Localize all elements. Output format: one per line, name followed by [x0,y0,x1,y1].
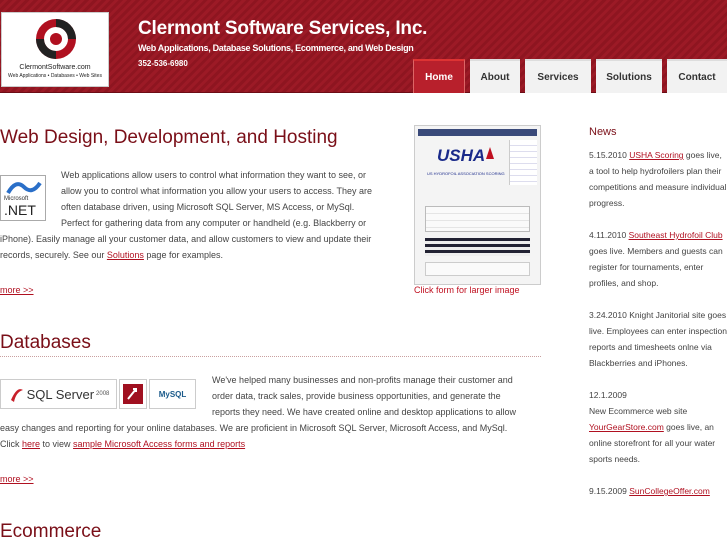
web-body-4: Perfect for gathering data from any comp… [61,218,367,228]
news-link[interactable]: USHA Scoring [629,150,683,160]
thumbnail-caption[interactable]: Click form for larger image [414,285,520,295]
news-date: 4.11.2010 [589,230,627,240]
web-body-6-post: page for examples. [143,250,223,260]
nav-tab-services[interactable]: Services [525,59,591,93]
db-body-5-mid: to view [40,439,74,449]
nav-label: Solutions [606,71,652,83]
logo-subtitle: Web Applications • Databases • Web Sites [8,73,102,79]
web-body-6: records, securely. See our Solutions pag… [0,247,400,263]
nav-label: Contact [678,71,716,83]
thumb-brand: USHA [437,146,486,165]
news-sidebar: News 5.15.2010 USHA Scoring goes live, a… [589,126,727,515]
section-title-web: Web Design, Development, and Hosting [0,127,338,148]
web-body-2: allow you to control what information yo… [61,186,372,196]
section-title-databases: Databases [0,332,91,353]
mysql-logo: MySQL [149,379,196,409]
usha-form-thumbnail[interactable]: USHA US HYDROFOIL ASSOCIATION SCORING [414,125,541,285]
dotnet-logo: Microsoft .NET [0,175,46,221]
database-logos: SQL Server 2008 MySQL [0,379,196,409]
nav-label: Services [537,71,579,83]
news-item: 5.15.2010 USHA Scoring goes live, a tool… [589,147,727,211]
news-item: 12.1.2009 New Ecommerce web site YourGear… [589,387,727,467]
news-link[interactable]: Southeast Hydrofoil Club [629,230,723,240]
web-body-1: Web applications allow users to control … [61,170,366,180]
news-date: 5.15.2010 [589,150,627,160]
mysql-text: MySQL [158,389,187,399]
nav-label: Home [425,71,453,83]
nav-label: About [480,71,510,83]
news-date: 9.15.2009 [589,486,627,496]
access-key-icon [123,384,143,404]
thumb-header-bar [418,129,537,136]
db-more-link[interactable]: more >> [0,474,34,484]
news-link[interactable]: YourGearStore.com [589,422,664,432]
web-body-3: often database driven, using Microsoft S… [61,202,355,212]
nav-tab-contact[interactable]: Contact [667,59,727,93]
section-divider [0,356,541,357]
news-pre: New Ecommerce web site [589,406,688,416]
sql-server-text: SQL Server [26,386,95,402]
db-body-3: reports they need. We have created onlin… [212,407,517,417]
thumb-footer-area [425,262,530,276]
logo-domain: ClermontSoftware.com [19,64,91,71]
db-body-4: easy changes and reporting for your onli… [0,423,508,433]
news-text: goes live. Members and guests can regist… [589,246,723,288]
thumb-heading: US HYDROFOIL ASSOCIATION SCORING [427,171,505,176]
news-item: 4.11.2010 Southeast Hydrofoil Club goes … [589,227,727,291]
db-body-2: order data, track sales, provide busines… [212,391,501,401]
sql-server-icon [10,389,23,402]
company-logo[interactable]: ClermontSoftware.com Web Applications • … [1,12,109,87]
solutions-link[interactable]: Solutions [107,250,144,260]
access-samples-link[interactable]: sample Microsoft Access forms and report… [73,439,245,449]
logo-mark-icon [36,19,76,59]
sql-server-version: 2008 [96,391,110,397]
news-item: 9.15.2009 SunCollegeOffer.com [589,483,727,499]
access-logo [119,379,147,409]
news-link[interactable]: SunCollegeOffer.com [629,486,710,496]
thumb-table [425,238,530,256]
thumb-flag-icon [486,147,494,159]
section-title-ecommerce: Ecommerce [0,521,102,542]
news-date: 3.24.2010 [589,310,627,320]
thumb-sidebar [509,140,537,185]
news-date: 12.1.2009 [589,390,627,400]
news-item: 3.24.2010 Knight Janitorial site goes li… [589,307,727,371]
news-title: News [589,126,617,138]
web-body-5: iPhone). Easily manage all your customer… [0,234,372,244]
site-tagline: Web Applications, Database Solutions, Ec… [138,43,414,53]
phone-number: 352-536-6980 [138,59,188,68]
sql-server-logo: SQL Server 2008 [0,379,117,409]
dotnet-text: .NET [4,202,36,218]
web-body-6-pre: records, securely. See our [0,250,107,260]
nav-tab-home[interactable]: Home [413,59,465,93]
nav-tab-solutions[interactable]: Solutions [596,59,662,93]
site-title: Clermont Software Services, Inc. [138,18,428,39]
web-more-link[interactable]: more >> [0,285,34,295]
here-link[interactable]: here [22,439,40,449]
nav-tab-about[interactable]: About [470,59,520,93]
db-body-5: Click here to view sample Microsoft Acce… [0,436,545,452]
thumb-form-area [425,206,530,232]
db-body-1: We've helped many businesses and non-pro… [212,375,513,385]
db-body-5-pre: Click [0,439,22,449]
